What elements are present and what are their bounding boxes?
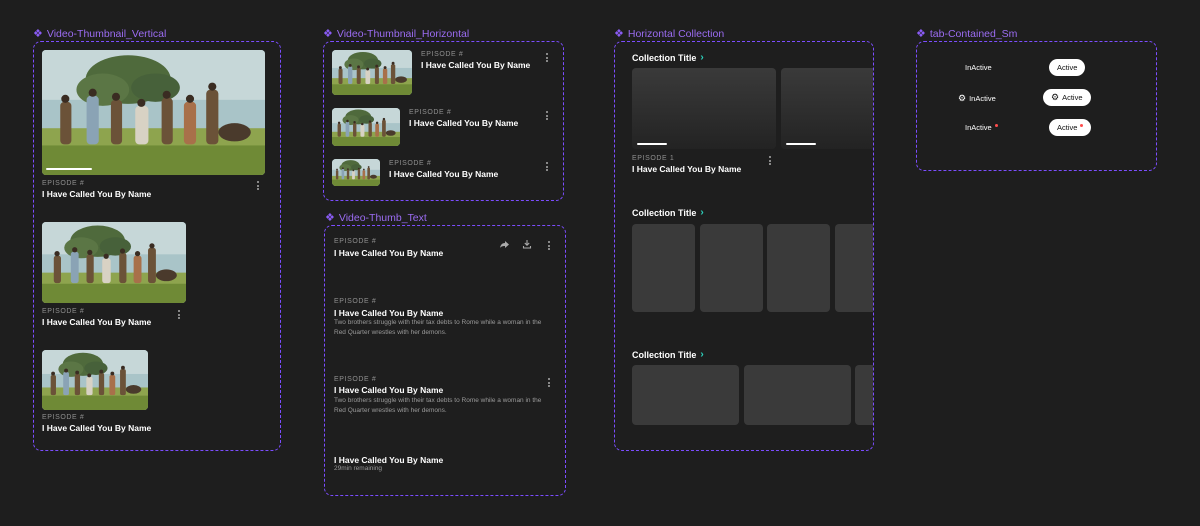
thumbnail-image (42, 350, 148, 410)
episode-label: EPISODE # (334, 238, 377, 245)
collection-card[interactable] (855, 365, 873, 425)
episode-label: EPISODE # (42, 414, 85, 421)
frame-title: Video-Thumbnail_Vertical (46, 27, 167, 40)
episode-label: EPISODE # (409, 109, 452, 116)
component-icon: ❖ (323, 28, 333, 40)
episode-title[interactable]: I Have Called You By Name (632, 164, 741, 174)
thumbnail-image (42, 222, 186, 303)
more-vertical-icon[interactable] (769, 156, 772, 167)
frame-label-vertical: ❖ Video-Thumbnail_Vertical (33, 27, 167, 41)
thumbnail-image (332, 108, 400, 146)
episode-title[interactable]: I Have Called You By Name (334, 308, 443, 318)
episode-title[interactable]: I Have Called You By Name (334, 248, 443, 258)
gear-icon: ⚙ (1051, 92, 1060, 102)
episode-label: EPISODE # (389, 160, 432, 167)
tab-active-with-badge[interactable]: Active (1049, 119, 1092, 136)
episode-label: EPISODE # (334, 298, 377, 305)
video-thumbnail-horizontal-large[interactable] (332, 50, 412, 95)
collection-title[interactable]: Collection Title › (632, 207, 704, 218)
episode-title[interactable]: I Have Called You By Name (389, 169, 498, 179)
frame-title: tab-Contained_Sm (929, 27, 1018, 40)
frame-label-tabs: ❖ tab-Contained_Sm (916, 27, 1018, 41)
collection-card[interactable] (835, 224, 873, 312)
more-vertical-icon[interactable] (546, 53, 549, 64)
collection-card[interactable] (744, 365, 851, 425)
episode-title[interactable]: I Have Called You By Name (409, 118, 518, 128)
frame-label-thumb-text: ❖ Video-Thumb_Text (325, 211, 427, 225)
video-thumbnail-horizontal-small[interactable] (332, 159, 380, 186)
episode-title[interactable]: I Have Called You By Name (421, 60, 530, 70)
collection-title-label: Collection Title (632, 207, 697, 218)
more-vertical-icon[interactable] (548, 241, 551, 252)
episode-description: Two brothers struggle with their tax deb… (334, 397, 542, 414)
collection-title-label: Collection Title (632, 349, 697, 360)
gear-icon: ⚙ (958, 93, 967, 103)
frame-title: Video-Thumb_Text (338, 211, 427, 224)
episode-title[interactable]: I Have Called You By Name (42, 317, 151, 327)
more-vertical-icon[interactable] (546, 111, 549, 122)
collection-card[interactable] (781, 68, 873, 149)
chevron-right-icon: › (700, 52, 704, 63)
collection-card[interactable] (632, 365, 739, 425)
chevron-right-icon: › (700, 349, 704, 360)
more-vertical-icon[interactable] (548, 378, 551, 389)
frame-title: Video-Thumbnail_Horizontal (336, 27, 470, 40)
tab-active[interactable]: Active (1049, 59, 1086, 76)
frame-label-horizontal: ❖ Video-Thumbnail_Horizontal (323, 27, 470, 41)
thumbnail-image (332, 50, 412, 95)
video-thumbnail-large[interactable] (42, 50, 265, 175)
component-icon: ❖ (325, 212, 335, 224)
frame-label-collection: ❖ Horizontal Collection (614, 27, 725, 41)
component-icon: ❖ (916, 28, 926, 40)
tab-active-with-icon[interactable]: ⚙ Active (1043, 89, 1091, 106)
notification-dot (994, 123, 998, 127)
episode-title[interactable]: I Have Called You By Name (334, 385, 443, 395)
notification-dot (1080, 123, 1084, 127)
episode-label: EPISODE # (42, 308, 85, 315)
frame-title: Horizontal Collection (627, 27, 725, 40)
frame-tab-contained-sm (916, 41, 1157, 171)
tab-label: Active (1062, 93, 1083, 102)
progress-bar (786, 143, 816, 145)
thumbnail-image (42, 50, 265, 175)
progress-bar (637, 143, 667, 145)
frame-horizontal-collection: Collection Title › EPISODE 1 I Have Call… (614, 41, 874, 451)
tab-inactive[interactable]: InActive (965, 63, 992, 72)
download-icon[interactable] (522, 239, 532, 249)
collection-card[interactable] (767, 224, 830, 312)
video-thumbnail-medium[interactable] (42, 222, 186, 303)
collection-card[interactable] (632, 224, 695, 312)
collection-title-label: Collection Title (632, 52, 697, 63)
tab-label: InActive (969, 94, 996, 103)
collection-card[interactable] (700, 224, 763, 312)
tab-label: InActive (965, 63, 992, 72)
progress-bar (46, 168, 92, 170)
episode-label: EPISODE 1 (632, 155, 675, 162)
tab-label: InActive (965, 123, 992, 132)
episode-title[interactable]: I Have Called You By Name (42, 189, 151, 199)
thumbnail-image (332, 159, 380, 186)
collection-card[interactable] (632, 68, 776, 149)
tab-inactive-with-badge[interactable]: InActive (965, 123, 998, 132)
episode-title[interactable]: I Have Called You By Name (42, 423, 151, 433)
episode-label: EPISODE # (421, 51, 464, 58)
tab-label: Active (1057, 63, 1078, 72)
component-icon: ❖ (33, 28, 43, 40)
more-vertical-icon[interactable] (178, 310, 181, 321)
video-thumbnail-small[interactable] (42, 350, 148, 410)
video-thumbnail-horizontal-medium[interactable] (332, 108, 400, 146)
collection-title[interactable]: Collection Title › (632, 52, 704, 63)
episode-description: Two brothers struggle with their tax deb… (334, 319, 542, 336)
chevron-right-icon: › (700, 207, 704, 218)
share-icon[interactable] (499, 240, 510, 249)
tab-inactive-with-icon[interactable]: ⚙ InActive (958, 93, 996, 104)
episode-label: EPISODE # (42, 180, 85, 187)
episode-label: EPISODE # (334, 376, 377, 383)
more-vertical-icon[interactable] (257, 181, 260, 192)
time-remaining: 29min remaining (334, 465, 383, 472)
component-icon: ❖ (614, 28, 624, 40)
more-vertical-icon[interactable] (546, 162, 549, 173)
collection-title[interactable]: Collection Title › (632, 349, 704, 360)
tab-label: Active (1057, 123, 1078, 132)
